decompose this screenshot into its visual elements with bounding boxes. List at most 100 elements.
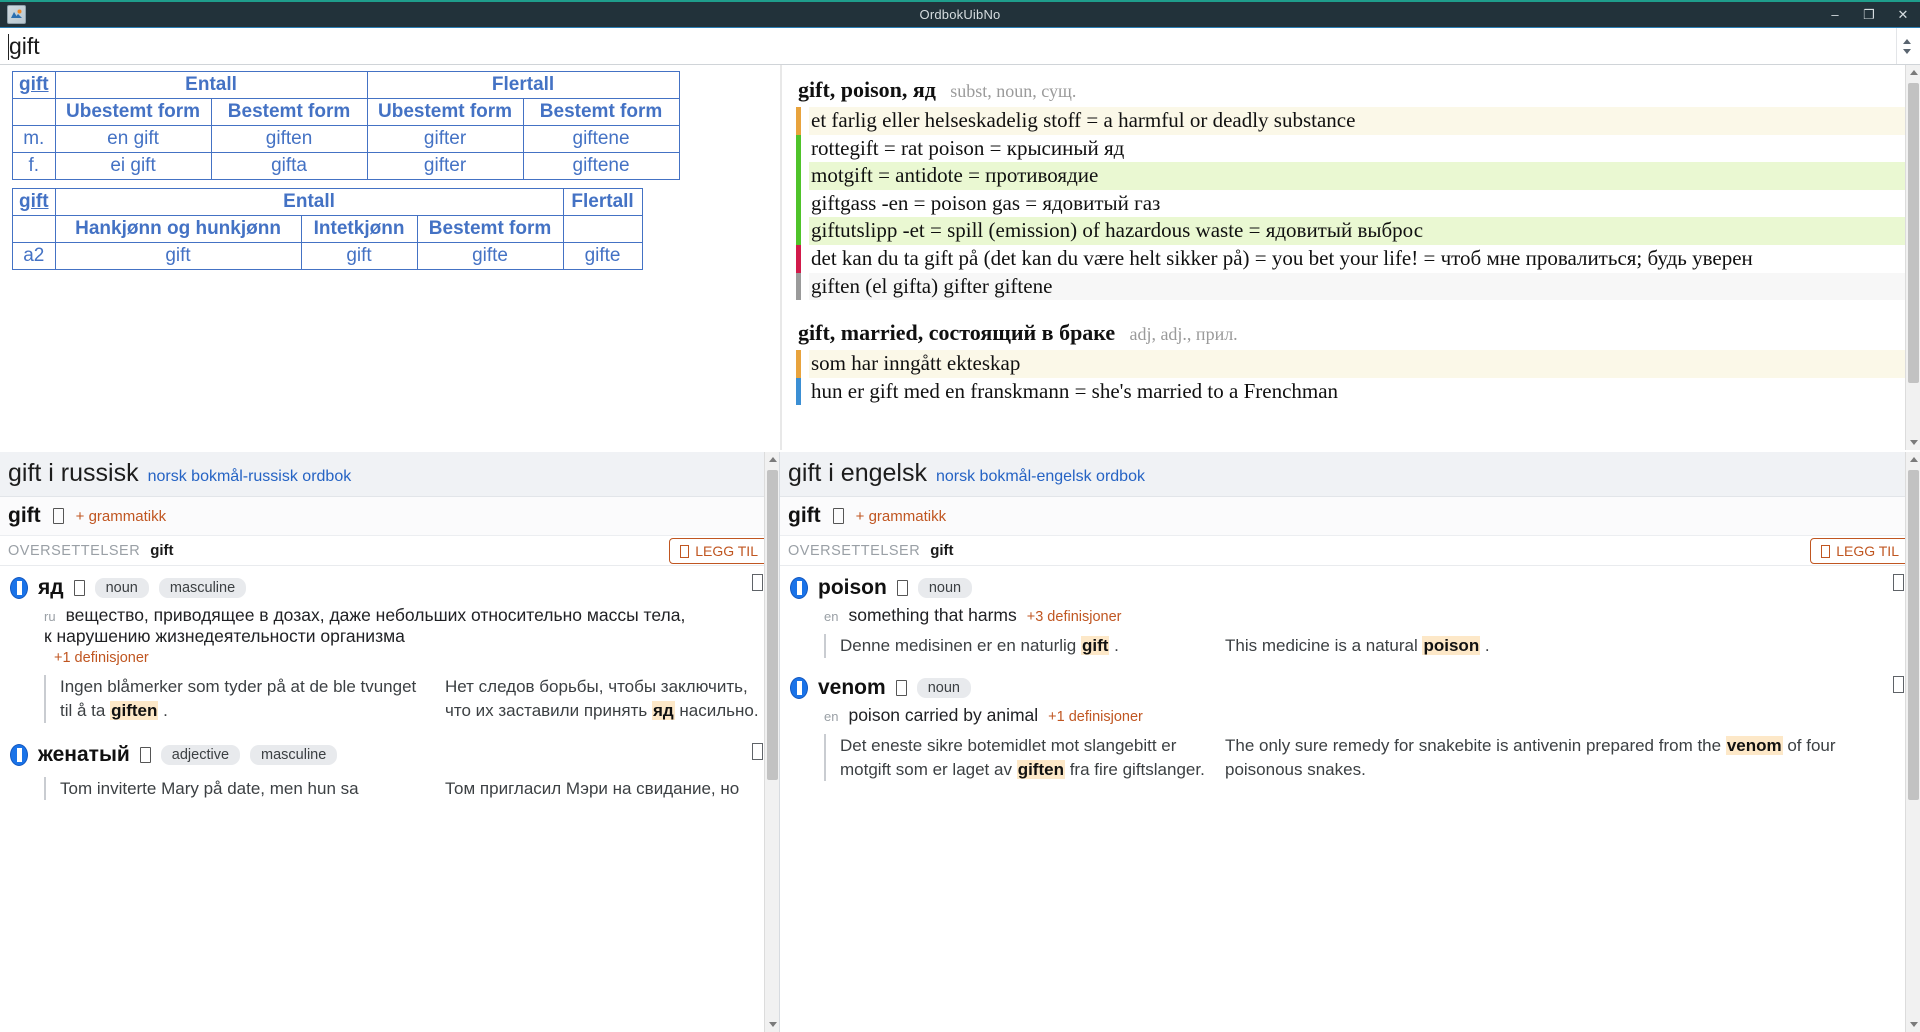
table-empty-cell <box>12 98 56 126</box>
inflection-pane: gift Entall Flertall Ubestemt form Beste… <box>0 65 780 450</box>
definition-text: poison carried by animal <box>848 704 1039 725</box>
article-entry: gift, married, состоящий в браке adj, ad… <box>796 318 1906 406</box>
speaker-icon[interactable] <box>139 746 151 763</box>
search-input[interactable] <box>0 28 1896 64</box>
sense-text: et farlig eller helseskadelig stoff = a … <box>809 107 1906 135</box>
window-title: OrdbokUibNo <box>919 7 1001 22</box>
window-controls: – ❐ ✕ <box>1818 2 1920 27</box>
maximize-button[interactable]: ❐ <box>1852 2 1886 27</box>
pos-tag: noun <box>94 578 149 598</box>
grammatikk-link[interactable]: + grammatikk <box>76 508 166 525</box>
article-sense: det kan du ta gift på (det kan du være h… <box>796 245 1906 273</box>
table-group-header: Entall <box>54 71 368 99</box>
speaker-icon[interactable] <box>52 508 64 524</box>
speaker-icon[interactable] <box>895 679 907 696</box>
translation-word: venom <box>818 675 886 699</box>
pos-tag: noun <box>917 578 973 598</box>
scroll-down-arrow[interactable] <box>1906 435 1920 450</box>
bottom-area: gift i russisk norsk bokmål-russisk ordb… <box>0 452 1920 1032</box>
example-target-part: This medicine is a natural <box>1225 636 1423 655</box>
speaker-icon[interactable] <box>896 580 908 596</box>
article-scrollbar[interactable] <box>1905 65 1920 450</box>
chevron-up-icon[interactable] <box>1902 38 1911 44</box>
sense-text: giftutslipp -et = spill (emission) of ha… <box>809 217 1906 246</box>
table-empty-cell <box>562 215 643 243</box>
example-pair: Tom inviterte Mary på date, men hun sa Т… <box>44 776 769 801</box>
lang-code: en <box>824 708 839 724</box>
panel-lemma-row: gift + grammatikk <box>780 497 1920 536</box>
scrollbar-thumb[interactable] <box>1908 83 1919 383</box>
bookmark-icon[interactable] <box>752 574 763 591</box>
scrollbar-thumb[interactable] <box>1908 470 1919 800</box>
sense-color-bar <box>796 189 801 218</box>
speaker-icon[interactable] <box>832 508 844 524</box>
search-spinner[interactable] <box>1896 28 1916 64</box>
example-source: Ingen blåmerker som tyder på at de ble t… <box>60 675 445 723</box>
scroll-up-arrow[interactable] <box>1906 452 1920 467</box>
table-cell: en gift <box>54 125 212 153</box>
bookmark-icon[interactable] <box>1893 574 1904 591</box>
panel-title-sub[interactable]: norsk bokmål-russisk ordbok <box>148 468 352 486</box>
table-lemma-cell: gift <box>12 188 56 216</box>
table-sub-header: Ubestemt form <box>54 98 212 126</box>
bookmark-icon[interactable] <box>1893 675 1904 693</box>
table-group-header: Flertall <box>562 188 643 216</box>
scrollbar-thumb[interactable] <box>767 470 778 780</box>
more-definitions-link[interactable]: +1 definisjoner <box>54 650 149 666</box>
example-source-part: . <box>158 700 168 720</box>
pos-tag: adjective <box>160 744 241 765</box>
example-highlight: яд <box>651 700 675 720</box>
table-cell: gifter <box>366 152 524 180</box>
translation-sense: женатый adjective masculine Tom invitert… <box>0 725 779 801</box>
example-source-part: Denne medisinen er en naturlig <box>840 636 1081 655</box>
sense-text: det kan du ta gift på (det kan du være h… <box>809 245 1906 273</box>
minimize-button[interactable]: – <box>1818 2 1852 27</box>
table-cell: gift <box>54 242 302 270</box>
table-sub-header: Ubestemt form <box>366 98 524 126</box>
scroll-down-arrow[interactable] <box>765 1017 779 1032</box>
scroll-down-arrow[interactable] <box>1906 1017 1920 1032</box>
table-cell: ei gift <box>54 152 212 180</box>
scroll-up-arrow[interactable] <box>765 452 779 467</box>
table-row: gift Entall Flertall <box>12 71 680 99</box>
example-highlight: gift <box>1080 636 1110 655</box>
example-source-part: fra fire giftslanger. <box>1064 759 1205 779</box>
bookmark-icon[interactable] <box>752 742 763 760</box>
article-sense: rottegift = rat poison = крысиный яд <box>796 134 1906 163</box>
translation-sense: poison noun en something that harms +3 d… <box>780 566 1920 658</box>
grammatikk-link[interactable]: + grammatikk <box>856 508 946 525</box>
definition-line: en something that harms +3 definisjoner <box>790 602 1910 626</box>
example-highlight: venom <box>1725 735 1783 755</box>
article-sense: giftgass -en = poison gas = ядовитый газ <box>796 189 1906 218</box>
translation-word: женатый <box>38 742 130 766</box>
entry-header: gift, poison, яд subst, noun, сущ. <box>796 75 1906 107</box>
table-row: f. ei gift gifta gifter giftene <box>12 152 680 180</box>
speaker-icon[interactable] <box>73 580 85 596</box>
russian-panel-scrollbar[interactable] <box>764 452 779 1032</box>
close-button[interactable]: ✕ <box>1886 2 1920 27</box>
english-panel-scrollbar[interactable] <box>1905 452 1920 1032</box>
translations-header: OVERSETTELSER gift LEGG TIL <box>780 536 1920 566</box>
lang-code: ru <box>44 609 56 624</box>
text-caret <box>8 34 9 60</box>
sense-color-bar <box>796 350 801 378</box>
plus-box-icon <box>1821 544 1831 558</box>
chevron-down-icon[interactable] <box>1902 48 1911 54</box>
table-cell: gifta <box>210 152 368 180</box>
example-target: Нет следов борьбы, чтобы заключить, что … <box>445 675 769 723</box>
flag-icon <box>10 577 28 599</box>
add-button[interactable]: LEGG TIL <box>1810 538 1910 564</box>
add-button[interactable]: LEGG TIL <box>669 538 769 564</box>
pos-tag: noun <box>916 677 971 698</box>
panel-english: gift i engelsk norsk bokmål-engelsk ordb… <box>780 452 1920 1032</box>
table-row: a2 gift gift gifte gifte <box>12 242 643 270</box>
more-definitions-link[interactable]: +1 definisjoner <box>1048 709 1143 725</box>
sense-color-bar <box>796 107 801 135</box>
lang-code: en <box>824 609 839 624</box>
scroll-up-arrow[interactable] <box>1906 65 1920 80</box>
sense-text: som har inngått ekteskap <box>809 350 1906 378</box>
panel-title-sub[interactable]: norsk bokmål-engelsk ordbok <box>936 468 1145 486</box>
more-definitions-link[interactable]: +3 definisjoner <box>1027 609 1122 625</box>
example-target-part: насильно. <box>674 700 759 720</box>
example-source: Det eneste sikre botemidlet mot slangebi… <box>840 734 1225 782</box>
